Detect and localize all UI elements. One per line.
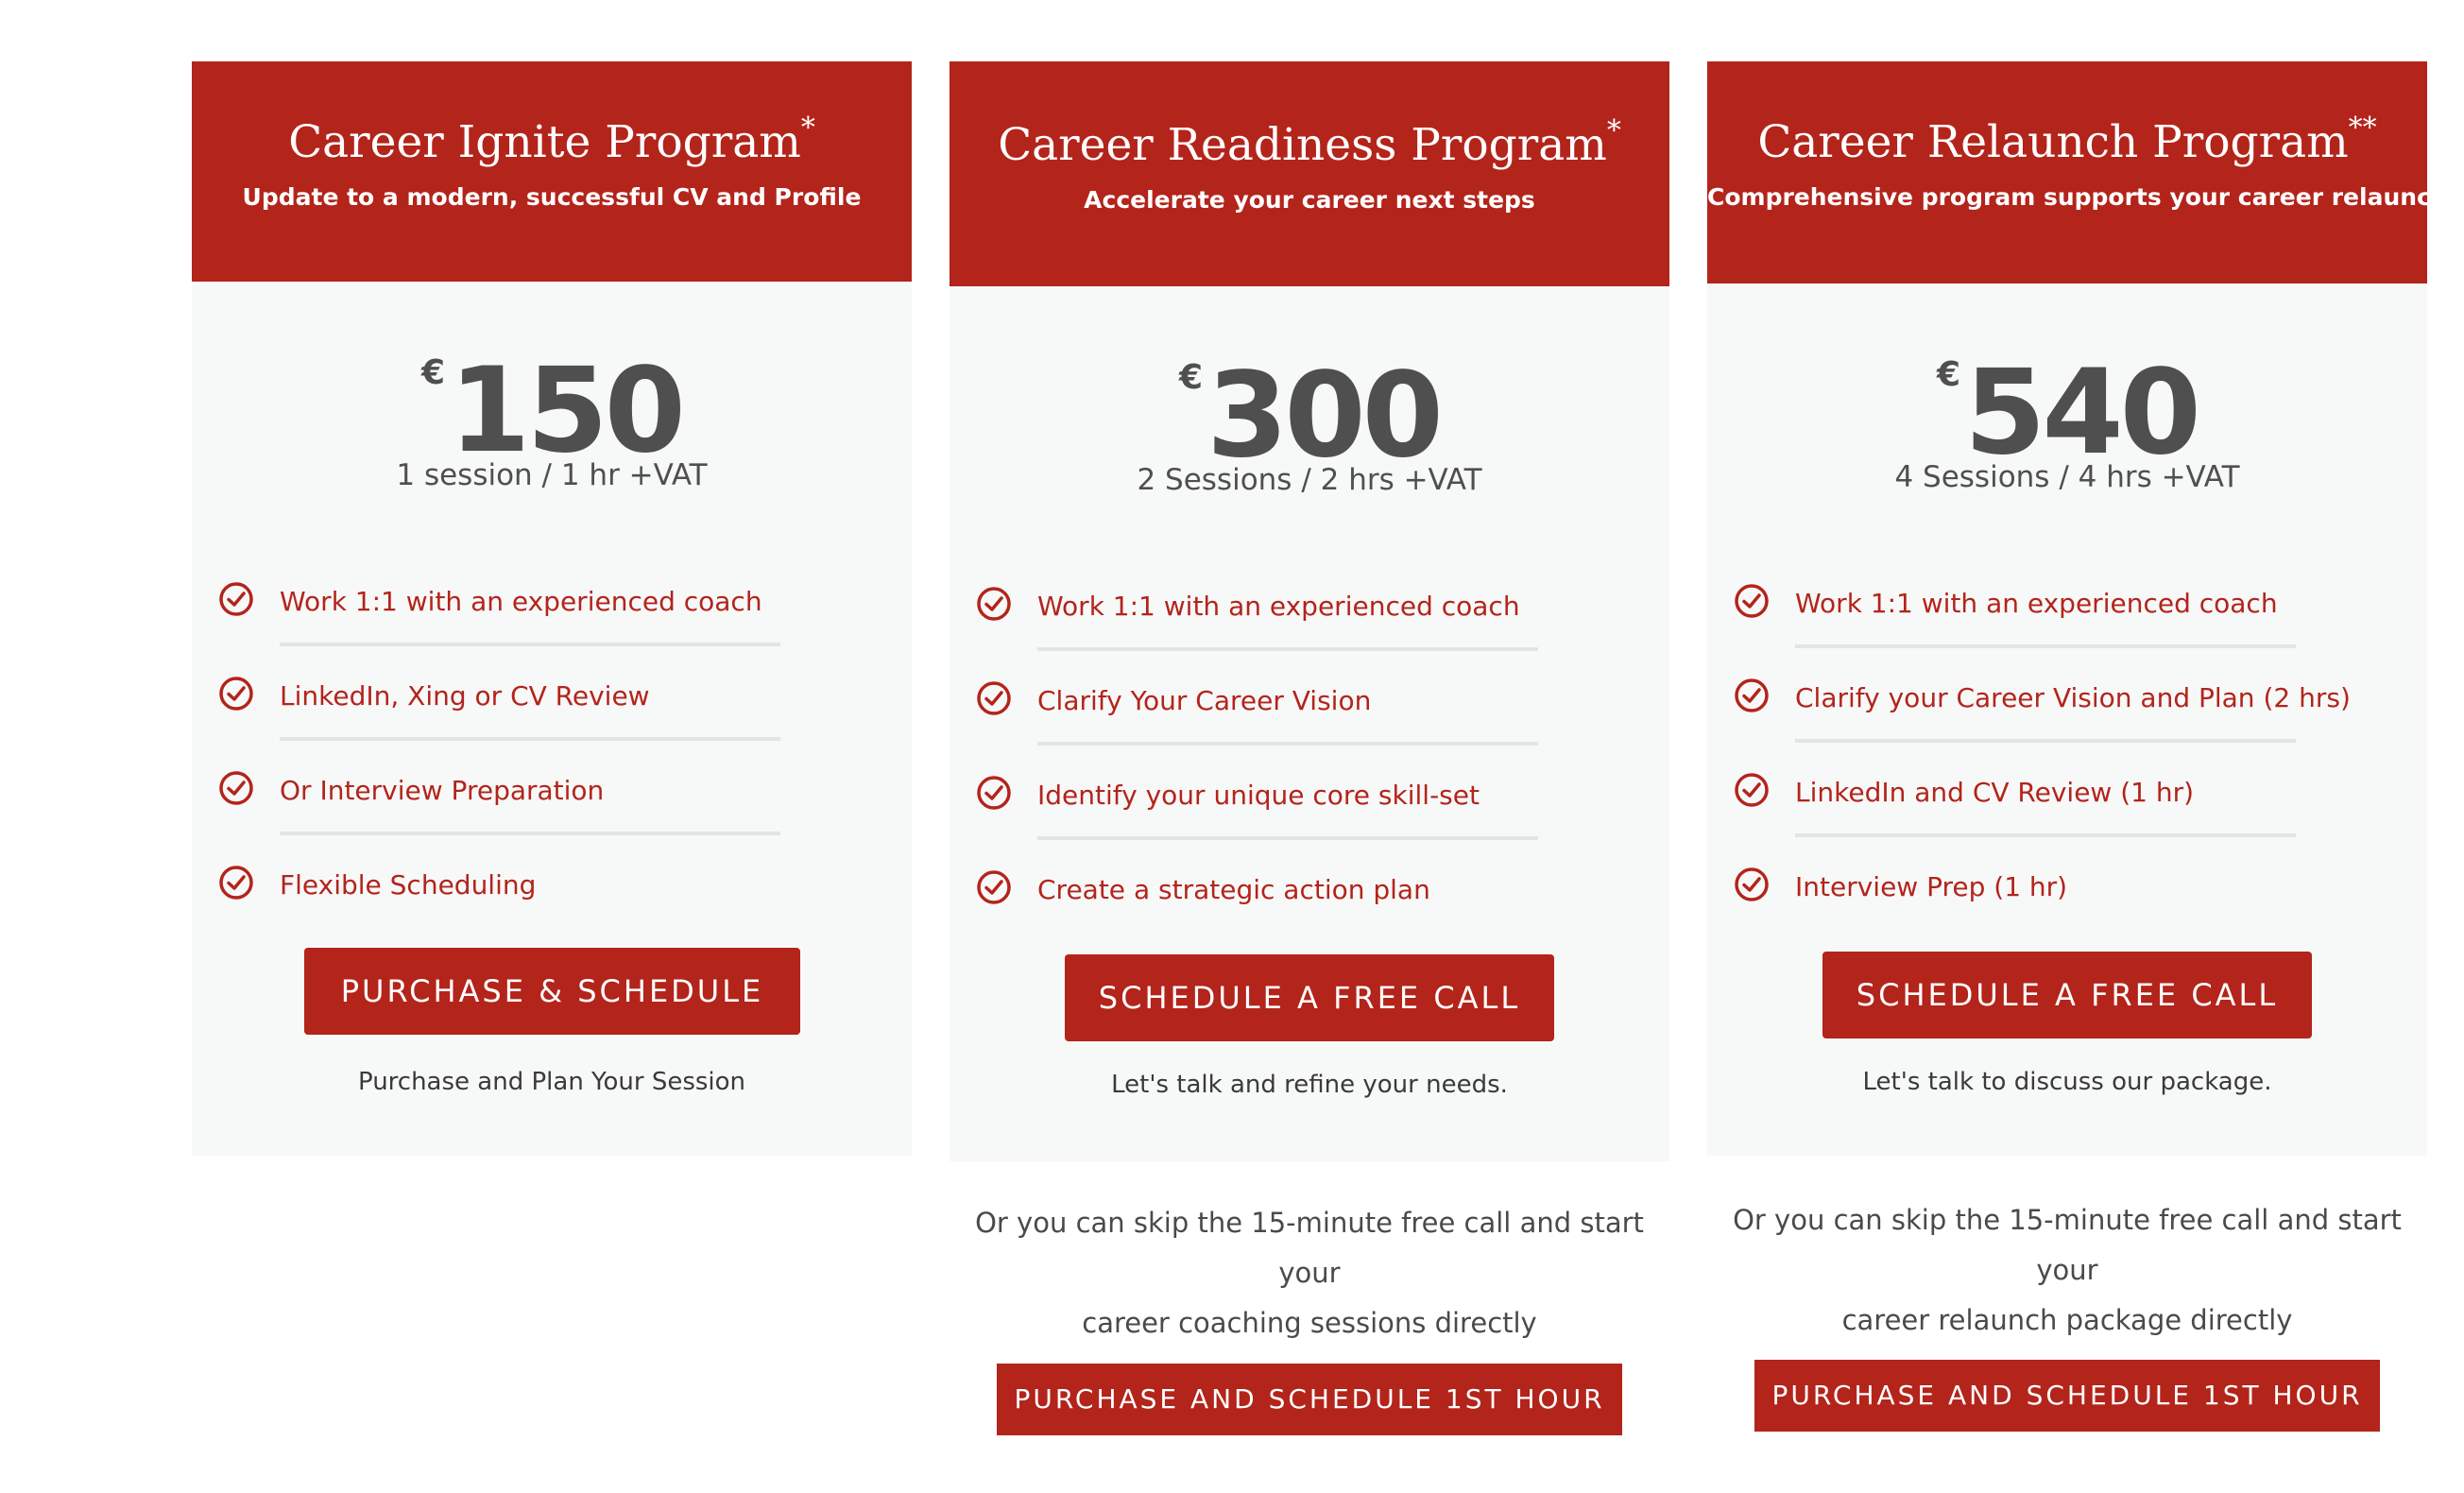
feature-item: Work 1:1 with an experienced coach bbox=[976, 572, 1581, 666]
card-header: Career Readiness Program* Accelerate you… bbox=[950, 61, 1669, 286]
check-circle-icon bbox=[219, 771, 253, 805]
feature-text: Interview Prep (1 hr) bbox=[1795, 871, 2068, 902]
plan-title-mark: ** bbox=[2348, 112, 2377, 145]
divider bbox=[280, 737, 780, 741]
feature-list: Work 1:1 with an experienced coach Linke… bbox=[218, 567, 823, 945]
feature-text: Work 1:1 with an experienced coach bbox=[280, 586, 762, 617]
pricing-card-ignite: Career Ignite Program* Update to a moder… bbox=[192, 61, 912, 1156]
divider bbox=[1795, 739, 2296, 743]
feature-item: Flexible Scheduling bbox=[218, 850, 823, 945]
feature-text: Work 1:1 with an experienced coach bbox=[1795, 588, 2278, 619]
purchase-first-hour-button[interactable]: PURCHASE AND SCHEDULE 1ST HOUR bbox=[997, 1364, 1622, 1435]
check-circle-icon bbox=[977, 870, 1011, 904]
pricing-card-relaunch: Career Relaunch Program** Comprehensive … bbox=[1707, 61, 2457, 1156]
card-header: Career Relaunch Program** Comprehensive … bbox=[1707, 61, 2457, 283]
schedule-free-call-button[interactable]: SCHEDULE A FREE CALL bbox=[1822, 952, 2312, 1038]
card-header: Career Ignite Program* Update to a moder… bbox=[192, 61, 912, 282]
check-circle-icon bbox=[219, 582, 253, 616]
divider bbox=[1037, 742, 1538, 746]
plan-subtitle: Update to a modern, successful CV and Pr… bbox=[242, 183, 862, 211]
plan-title-mark: * bbox=[1606, 114, 1621, 147]
feature-item: Create a strategic action plan bbox=[976, 855, 1581, 950]
currency-symbol: € bbox=[421, 353, 446, 392]
check-circle-icon bbox=[219, 866, 253, 900]
divider bbox=[1795, 644, 2296, 648]
card-body: €300 2 Sessions / 2 hrs +VAT Work 1:1 wi… bbox=[950, 286, 1669, 1161]
feature-item: Work 1:1 with an experienced coach bbox=[1734, 569, 2338, 663]
feature-text: Clarify Your Career Vision bbox=[1037, 685, 1372, 716]
feature-text: LinkedIn and CV Review (1 hr) bbox=[1795, 777, 2195, 808]
check-circle-icon bbox=[977, 776, 1011, 810]
feature-item: Or Interview Preparation bbox=[218, 756, 823, 850]
button-note: Purchase and Plan Your Session bbox=[357, 1068, 746, 1096]
price-amount: 540 bbox=[1964, 345, 2201, 481]
feature-text: LinkedIn, Xing or CV Review bbox=[280, 680, 650, 712]
plan-subtitle: Accelerate your career next steps bbox=[1084, 186, 1535, 214]
feature-text: Flexible Scheduling bbox=[280, 869, 537, 901]
feature-item: LinkedIn, Xing or CV Review bbox=[218, 661, 823, 756]
divider bbox=[280, 643, 780, 646]
plan-title-mark: * bbox=[800, 112, 815, 145]
card-body: €540 4 Sessions / 4 hrs +VAT Work 1:1 wi… bbox=[1707, 283, 2427, 1156]
button-note: Let's talk to discuss our package. bbox=[1862, 1068, 2272, 1096]
plan-price: €540 bbox=[1707, 354, 2427, 472]
check-circle-icon bbox=[1735, 678, 1769, 712]
check-circle-icon bbox=[1735, 773, 1769, 807]
price-amount: 300 bbox=[1206, 348, 1444, 484]
feature-text: Identify your unique core skill-set bbox=[1037, 780, 1480, 811]
divider bbox=[1795, 833, 2296, 837]
price-amount: 150 bbox=[449, 343, 686, 479]
check-circle-icon bbox=[219, 677, 253, 711]
feature-item: LinkedIn and CV Review (1 hr) bbox=[1734, 758, 2338, 852]
purchase-first-hour-button[interactable]: PURCHASE AND SCHEDULE 1ST HOUR bbox=[1754, 1360, 2380, 1432]
check-circle-icon bbox=[1735, 867, 1769, 901]
feature-item: Clarify your Career Vision and Plan (2 h… bbox=[1734, 663, 2351, 758]
feature-item: Identify your unique core skill-set bbox=[976, 761, 1581, 855]
schedule-free-call-button[interactable]: SCHEDULE A FREE CALL bbox=[1065, 954, 1554, 1041]
pricing-card-readiness: Career Readiness Program* Accelerate you… bbox=[950, 61, 1669, 1161]
plan-title: Career Relaunch Program** bbox=[1757, 112, 2377, 168]
feature-item: Interview Prep (1 hr) bbox=[1734, 852, 2338, 947]
feature-item: Clarify Your Career Vision bbox=[976, 666, 1581, 761]
divider bbox=[1037, 647, 1538, 651]
divider bbox=[280, 832, 780, 835]
feature-list: Work 1:1 with an experienced coach Clari… bbox=[1734, 569, 2351, 947]
plan-subtitle: Comprehensive program supports your care… bbox=[1707, 183, 2457, 211]
check-circle-icon bbox=[1735, 584, 1769, 618]
feature-text: Work 1:1 with an experienced coach bbox=[1037, 591, 1520, 622]
check-circle-icon bbox=[977, 681, 1011, 715]
feature-text: Or Interview Preparation bbox=[280, 775, 605, 806]
button-note: Let's talk and refine your needs. bbox=[1111, 1071, 1508, 1099]
skip-call-text: Or you can skip the 15-minute free call … bbox=[975, 1207, 1644, 1339]
currency-symbol: € bbox=[1179, 358, 1204, 397]
purchase-schedule-button[interactable]: PURCHASE & SCHEDULE bbox=[304, 948, 800, 1035]
check-circle-icon bbox=[977, 587, 1011, 621]
card-body: €150 1 session / 1 hr +VAT Work 1:1 with… bbox=[192, 282, 912, 1156]
skip-call-text: Or you can skip the 15-minute free call … bbox=[1733, 1204, 2402, 1336]
plan-price: €300 bbox=[950, 357, 1669, 474]
feature-list: Work 1:1 with an experienced coach Clari… bbox=[976, 572, 1581, 950]
currency-symbol: € bbox=[1937, 355, 1961, 394]
feature-text: Clarify your Career Vision and Plan (2 h… bbox=[1795, 682, 2351, 713]
plan-title: Career Ignite Program* bbox=[288, 112, 815, 168]
feature-text: Create a strategic action plan bbox=[1037, 874, 1430, 905]
plan-title: Career Readiness Program* bbox=[998, 114, 1621, 171]
feature-item: Work 1:1 with an experienced coach bbox=[218, 567, 823, 661]
divider bbox=[1037, 836, 1538, 840]
plan-price: €150 bbox=[192, 352, 912, 470]
